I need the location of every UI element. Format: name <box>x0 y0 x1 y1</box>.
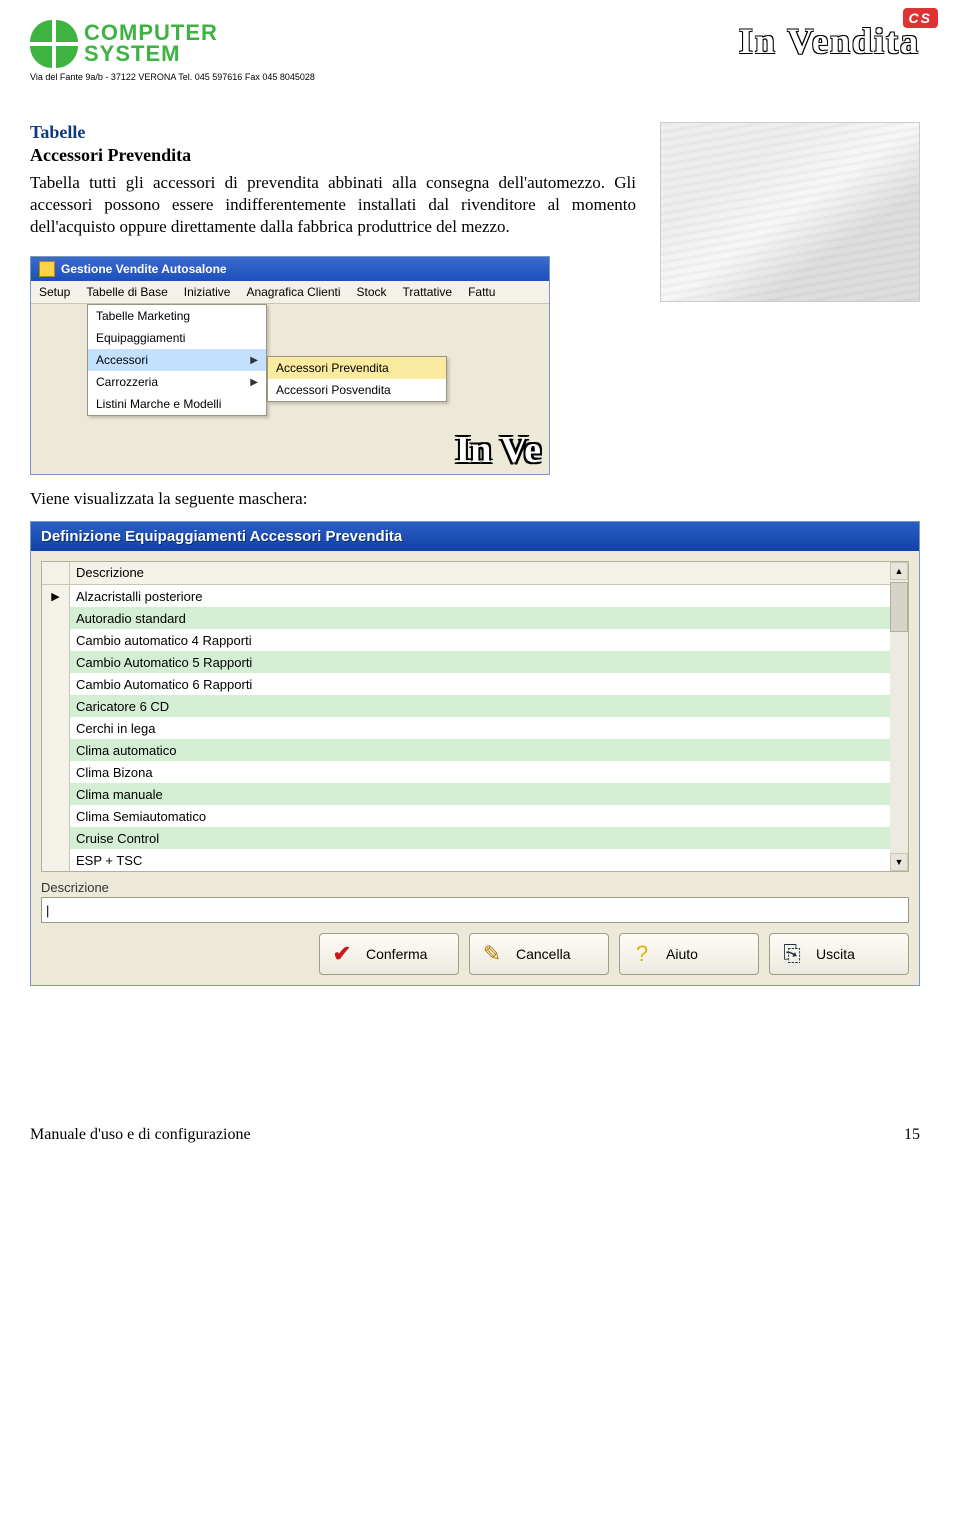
brand-badge: CS <box>903 8 938 28</box>
form-screenshot: Definizione Equipaggiamenti Accessori Pr… <box>30 521 920 986</box>
company-logo-block: COMPUTER SYSTEM Via del Fante 9a/b - 371… <box>30 20 315 82</box>
cancella-button[interactable]: ✎ Cancella <box>469 933 609 975</box>
submenu-item-prevendita[interactable]: Accessori Prevendita <box>268 357 446 379</box>
row-selector[interactable] <box>42 827 70 849</box>
row-selector[interactable] <box>42 695 70 717</box>
background-watermark: In Ve <box>455 428 541 472</box>
table-row[interactable]: Clima manuale <box>42 783 890 805</box>
scroll-up-button[interactable]: ▲ <box>890 562 908 580</box>
dropdown-item-accessori[interactable]: Accessori▶ <box>88 349 266 371</box>
window-title: Gestione Vendite Autosalone <box>61 262 227 276</box>
menu-screenshot: Gestione Vendite Autosalone Setup Tabell… <box>30 256 550 475</box>
dropdown-item-equip[interactable]: Equipaggiamenti <box>88 327 266 349</box>
table-row[interactable]: Clima Semiautomatico <box>42 805 890 827</box>
brand-logo: In Vendita CS <box>739 20 920 62</box>
row-descrizione[interactable]: Autoradio standard <box>70 611 890 626</box>
dropdown-item-listini[interactable]: Listini Marche e Modelli <box>88 393 266 415</box>
uscita-button[interactable]: ⎘ Uscita <box>769 933 909 975</box>
row-selector[interactable] <box>42 717 70 739</box>
dropdown-item-carrozzeria[interactable]: Carrozzeria▶ <box>88 371 266 393</box>
company-name: COMPUTER SYSTEM <box>84 23 218 65</box>
vertical-scrollbar[interactable]: ▲ ▼ <box>890 562 908 871</box>
table-row[interactable]: Cerchi in lega <box>42 717 890 739</box>
row-selector[interactable]: ▶ <box>42 585 70 607</box>
row-selector[interactable] <box>42 607 70 629</box>
row-descrizione[interactable]: Clima Bizona <box>70 765 890 780</box>
window-titlebar: Gestione Vendite Autosalone <box>31 257 549 281</box>
row-descrizione[interactable]: Cruise Control <box>70 831 890 846</box>
table-row[interactable]: Cruise Control <box>42 827 890 849</box>
row-descrizione[interactable]: Cambio Automatico 5 Rapporti <box>70 655 890 670</box>
help-icon: ? <box>628 940 656 968</box>
row-selector[interactable] <box>42 673 70 695</box>
row-descrizione[interactable]: Cambio Automatico 6 Rapporti <box>70 677 890 692</box>
section-paragraph: Tabella tutti gli accessori di prevendit… <box>30 172 636 238</box>
row-descrizione[interactable]: Clima Semiautomatico <box>70 809 890 824</box>
caption-text: Viene visualizzata la seguente maschera: <box>30 489 920 509</box>
row-selector[interactable] <box>42 651 70 673</box>
scroll-down-button[interactable]: ▼ <box>890 853 908 871</box>
company-logo-icon <box>30 20 78 68</box>
table-row[interactable]: Clima Bizona <box>42 761 890 783</box>
conferma-button[interactable]: ✔ Conferma <box>319 933 459 975</box>
row-selector[interactable] <box>42 849 70 871</box>
menu-item-anagrafica[interactable]: Anagrafica Clienti <box>246 285 340 299</box>
row-selector[interactable] <box>42 805 70 827</box>
aiuto-button[interactable]: ? Aiuto <box>619 933 759 975</box>
form-titlebar: Definizione Equipaggiamenti Accessori Pr… <box>31 522 919 551</box>
chevron-right-icon: ▶ <box>250 377 258 388</box>
table-row[interactable]: Autoradio standard <box>42 607 890 629</box>
menu-bar[interactable]: Setup Tabelle di Base Iniziative Anagraf… <box>31 281 549 304</box>
row-selector[interactable] <box>42 783 70 805</box>
row-descrizione[interactable]: Caricatore 6 CD <box>70 699 890 714</box>
descrizione-input[interactable] <box>41 897 909 923</box>
row-descrizione[interactable]: Alzacristalli posteriore <box>70 589 890 604</box>
descrizione-label: Descrizione <box>41 880 909 895</box>
table-row[interactable]: Cambio Automatico 5 Rapporti <box>42 651 890 673</box>
menu-item-tabelle[interactable]: Tabelle di Base <box>86 285 167 299</box>
row-selector[interactable] <box>42 629 70 651</box>
company-address: Via del Fante 9a/b - 37122 VERONA Tel. 0… <box>30 72 315 82</box>
grid-header-descrizione[interactable]: Descrizione <box>70 562 890 584</box>
window-icon <box>39 261 55 277</box>
section-heading-1: Tabelle <box>30 122 636 143</box>
footer-left: Manuale d'uso e di configurazione <box>30 1126 251 1144</box>
chevron-right-icon: ▶ <box>250 355 258 366</box>
menu-item-setup[interactable]: Setup <box>39 285 70 299</box>
menu-item-fatture[interactable]: Fattu <box>468 285 495 299</box>
table-row[interactable]: Cambio automatico 4 Rapporti <box>42 629 890 651</box>
grid-header-row: Descrizione <box>42 562 890 585</box>
table-row[interactable]: Clima automatico <box>42 739 890 761</box>
row-descrizione[interactable]: Clima automatico <box>70 743 890 758</box>
submenu-item-posvendita[interactable]: Accessori Posvendita <box>268 379 446 401</box>
row-selector[interactable] <box>42 761 70 783</box>
row-selector[interactable] <box>42 739 70 761</box>
table-row[interactable]: Cambio Automatico 6 Rapporti <box>42 673 890 695</box>
dropdown-item-marketing[interactable]: Tabelle Marketing <box>88 305 266 327</box>
row-descrizione[interactable]: Cambio automatico 4 Rapporti <box>70 633 890 648</box>
pencil-icon: ✎ <box>478 940 506 968</box>
footer-page-number: 15 <box>904 1126 920 1144</box>
check-icon: ✔ <box>328 940 356 968</box>
row-descrizione[interactable]: ESP + TSC <box>70 853 890 868</box>
section-heading-2: Accessori Prevendita <box>30 145 636 166</box>
page-header: COMPUTER SYSTEM Via del Fante 9a/b - 371… <box>30 20 920 82</box>
submenu[interactable]: Accessori Prevendita Accessori Posvendit… <box>267 356 447 402</box>
table-row[interactable]: Caricatore 6 CD <box>42 695 890 717</box>
table-row[interactable]: ESP + TSC <box>42 849 890 871</box>
dropdown-menu[interactable]: Tabelle Marketing Equipaggiamenti Access… <box>87 304 267 416</box>
scroll-thumb[interactable] <box>890 582 908 632</box>
page-footer: Manuale d'uso e di configurazione 15 <box>30 1126 920 1144</box>
row-descrizione[interactable]: Cerchi in lega <box>70 721 890 736</box>
row-descrizione[interactable]: Clima manuale <box>70 787 890 802</box>
decorative-image <box>660 122 920 302</box>
exit-icon: ⎘ <box>778 940 806 968</box>
menu-item-stock[interactable]: Stock <box>357 285 387 299</box>
data-grid[interactable]: Descrizione ▶Alzacristalli posteriore Aut… <box>41 561 909 872</box>
table-row[interactable]: ▶Alzacristalli posteriore <box>42 585 890 607</box>
menu-item-trattative[interactable]: Trattative <box>403 285 453 299</box>
menu-item-iniziative[interactable]: Iniziative <box>184 285 231 299</box>
